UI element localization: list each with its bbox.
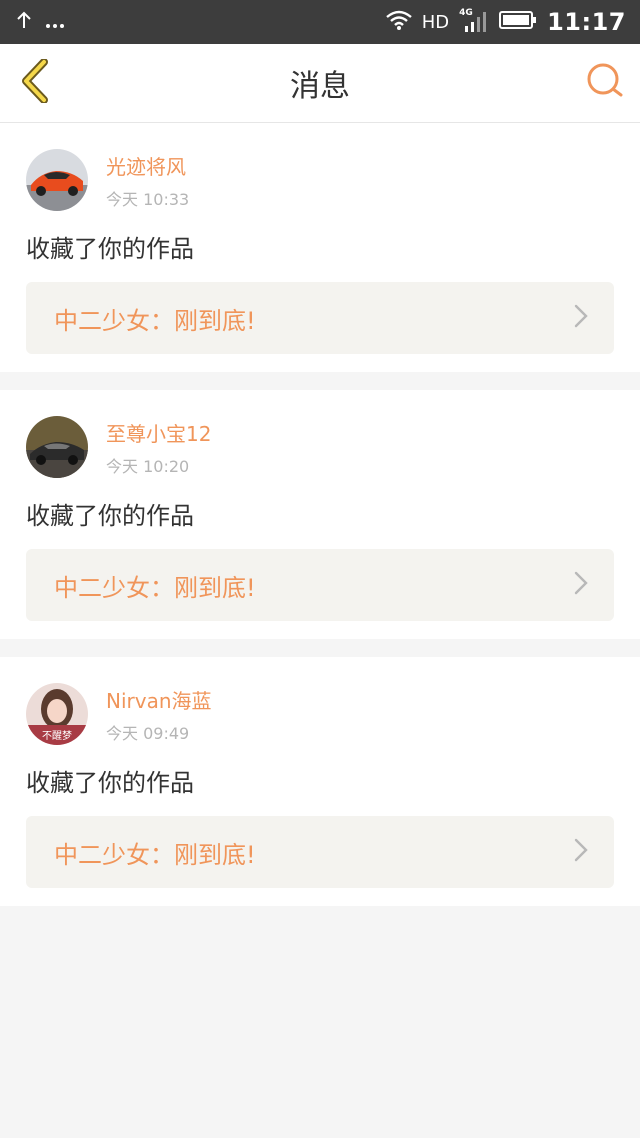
chevron-left-icon [20,58,50,107]
user-meta: 光迹将风 今天 10:33 [106,151,189,210]
action-text: 收藏了你的作品 [26,235,194,263]
battery-icon [499,10,537,34]
status-right: HD 4G 11:17 [385,8,626,36]
work-title: 中二少女：刚到底! [54,573,256,602]
user-meta: Nirvan海蓝 今天 09:49 [106,685,212,744]
avatar[interactable]: 不醒梦 [26,683,88,745]
network-type-label: HD [421,11,450,33]
more-dots-icon [46,10,64,34]
message-header: 至尊小宝12 今天 10:20 [26,416,614,478]
avatar-caption: 不醒梦 [42,731,72,742]
message-card: 至尊小宝12 今天 10:20 收藏了你的作品 中二少女：刚到底! [0,390,640,639]
work-link[interactable]: 中二少女：刚到底! [26,549,614,621]
work-link[interactable]: 中二少女：刚到底! [26,282,614,354]
message-card: 不醒梦 Nirvan海蓝 今天 09:49 收藏了你的作品 中二少女：刚到底! [0,657,640,906]
clock-time: 11:17 [547,8,626,36]
page-title: 消息 [290,69,350,104]
chevron-right-icon [574,304,588,332]
back-button[interactable] [0,44,70,122]
action-text: 收藏了你的作品 [26,502,194,530]
message-header: 不醒梦 Nirvan海蓝 今天 09:49 [26,683,614,745]
search-button[interactable] [570,44,640,122]
action-text: 收藏了你的作品 [26,769,194,797]
timestamp: 今天 10:33 [106,189,190,209]
user-name[interactable]: 光迹将风 [106,151,189,180]
search-icon [586,62,624,104]
wifi-icon [385,10,412,34]
avatar[interactable] [26,149,88,211]
avatar[interactable] [26,416,88,478]
chevron-right-icon [574,838,588,866]
user-name[interactable]: Nirvan海蓝 [106,685,212,714]
work-link[interactable]: 中二少女：刚到底! [26,816,614,888]
work-title: 中二少女：刚到底! [54,840,256,869]
chevron-right-icon [574,571,588,599]
user-name[interactable]: 至尊小宝12 [106,418,211,447]
message-header: 光迹将风 今天 10:33 [26,149,614,211]
timestamp: 今天 10:20 [106,456,190,476]
signal-icon: 4G [459,8,489,34]
timestamp: 今天 09:49 [106,723,190,743]
app-header: 消息 [0,44,640,123]
message-card: 光迹将风 今天 10:33 收藏了你的作品 中二少女：刚到底! [0,123,640,372]
message-list: 光迹将风 今天 10:33 收藏了你的作品 中二少女：刚到底! 至尊小宝12 今… [0,123,640,906]
user-meta: 至尊小宝12 今天 10:20 [106,418,211,477]
upload-arrow-icon [16,10,32,34]
work-title: 中二少女：刚到底! [54,306,256,335]
status-bar: HD 4G 11:17 [0,0,640,44]
status-left [16,10,64,34]
